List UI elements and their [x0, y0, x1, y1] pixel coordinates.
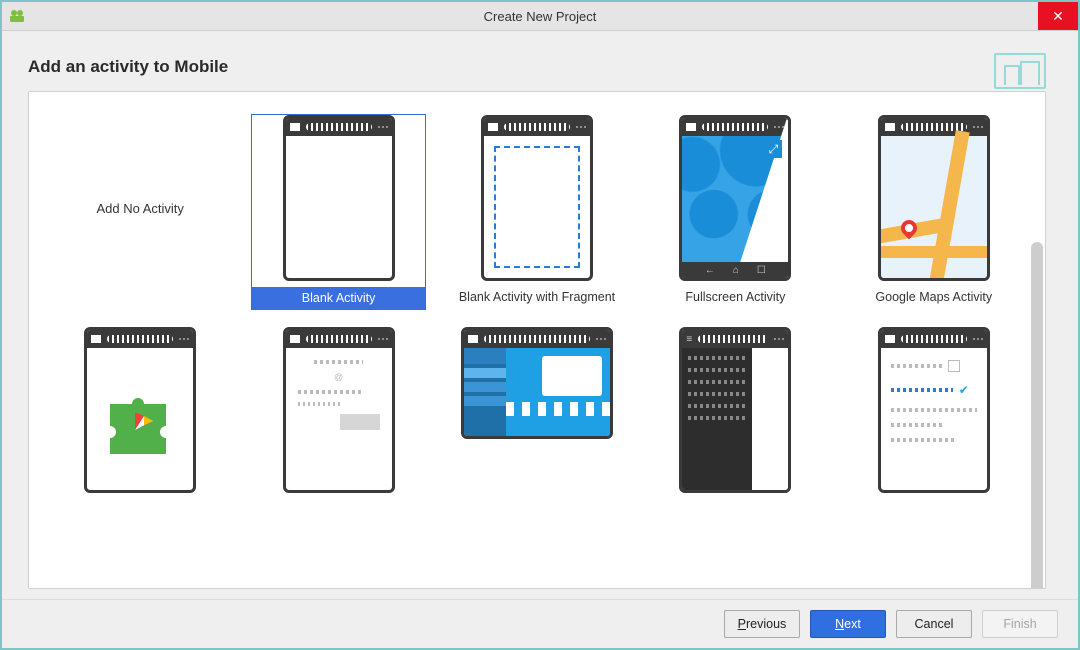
- window-title: Create New Project: [2, 9, 1078, 24]
- template-label: Add No Activity: [96, 115, 183, 301]
- template-google-play-services[interactable]: [53, 326, 227, 494]
- phone-mockup-icon: [283, 115, 395, 281]
- next-button[interactable]: Next: [810, 610, 886, 638]
- vertical-scrollbar[interactable]: [1031, 242, 1043, 589]
- cancel-button[interactable]: Cancel: [896, 610, 972, 638]
- template-blank-activity[interactable]: Blank Activity: [251, 114, 425, 310]
- android-navbar-icon: ←⌂☐: [682, 262, 788, 278]
- page-header: Add an activity to Mobile: [28, 53, 1046, 91]
- template-master-detail[interactable]: [450, 326, 624, 494]
- phone-mockup-icon: @: [283, 327, 395, 493]
- phone-mockup-icon: ≡: [679, 327, 791, 493]
- phone-mockup-icon: [84, 327, 196, 493]
- template-label: Blank Activity: [252, 287, 424, 309]
- dialog-window: Create New Project ✕ Add an activity to …: [0, 0, 1080, 650]
- close-button[interactable]: ✕: [1038, 2, 1078, 30]
- titlebar: Create New Project ✕: [2, 2, 1078, 31]
- phone-mockup-icon: [481, 115, 593, 281]
- phone-mockup-icon: ⤢ ←⌂☐: [679, 115, 791, 281]
- devices-icon: [994, 53, 1046, 89]
- template-fullscreen[interactable]: ⤢ ←⌂☐ Fullscreen Activity: [648, 114, 822, 310]
- phone-mockup-icon: ✔: [878, 327, 990, 493]
- page-title: Add an activity to Mobile: [28, 57, 228, 77]
- scrollbar-thumb[interactable]: [1031, 242, 1043, 589]
- puzzle-icon: [87, 348, 193, 490]
- template-nav-drawer[interactable]: ≡: [648, 326, 822, 494]
- phone-mockup-icon: [878, 115, 990, 281]
- close-icon: ✕: [1052, 8, 1064, 25]
- expand-icon: ⤢: [764, 140, 782, 158]
- wizard-footer: Previous Next Cancel Finish: [2, 599, 1078, 648]
- content-area: Add an activity to Mobile Add No Activit…: [2, 31, 1078, 599]
- check-icon: ✔: [959, 383, 969, 397]
- template-login[interactable]: @: [251, 326, 425, 494]
- android-studio-icon: [8, 7, 26, 25]
- template-grid: Add No Activity Blank Activity: [53, 114, 1021, 494]
- template-label: Google Maps Activity: [875, 287, 992, 307]
- template-panel: Add No Activity Blank Activity: [28, 91, 1046, 589]
- finish-button: Finish: [982, 610, 1058, 638]
- template-label: Blank Activity with Fragment: [459, 287, 615, 307]
- template-blank-fragment[interactable]: Blank Activity with Fragment: [450, 114, 624, 310]
- template-no-activity[interactable]: Add No Activity: [53, 114, 227, 310]
- template-label: Fullscreen Activity: [685, 287, 785, 307]
- template-google-maps[interactable]: Google Maps Activity: [847, 114, 1021, 310]
- template-settings[interactable]: ✔: [847, 326, 1021, 494]
- previous-button[interactable]: Previous: [724, 610, 800, 638]
- tablet-mockup-icon: [461, 327, 613, 439]
